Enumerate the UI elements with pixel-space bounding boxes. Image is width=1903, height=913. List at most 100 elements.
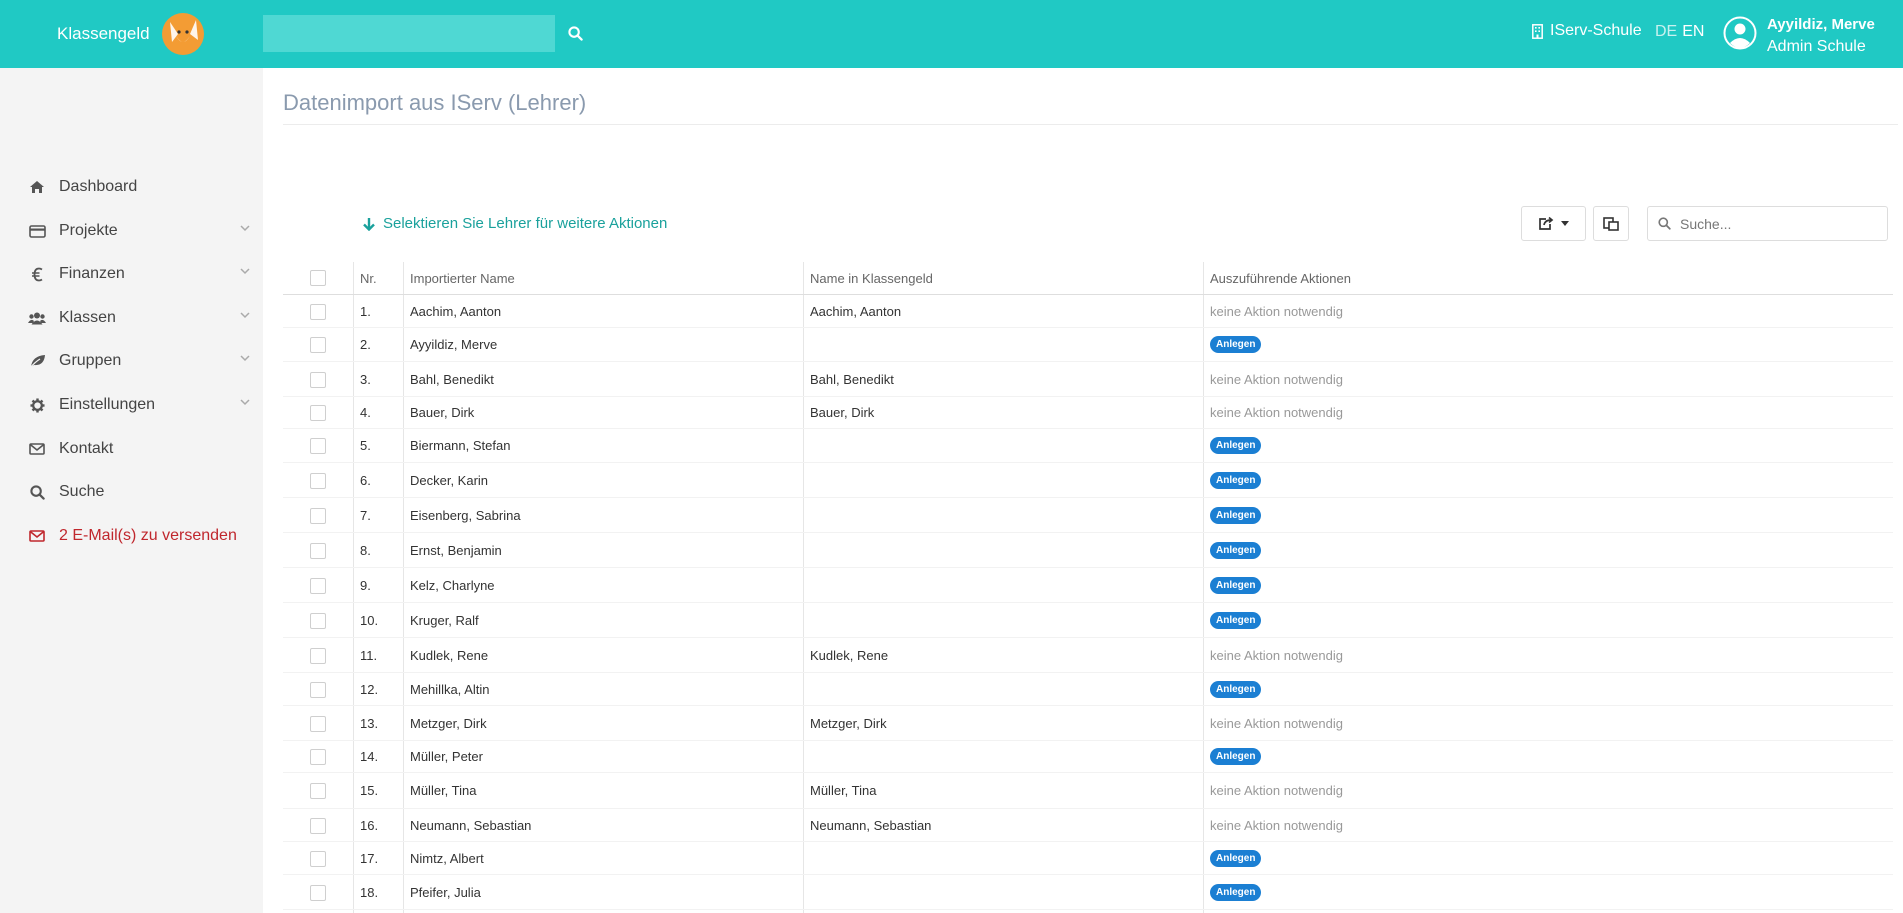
create-badge-button[interactable]: Anlegen: [1210, 506, 1262, 524]
column-header-imported-name[interactable]: Importierter Name: [403, 262, 515, 295]
sidebar-item-dashboard[interactable]: Dashboard: [0, 170, 263, 204]
user-avatar-icon[interactable]: [1723, 16, 1757, 50]
export-button[interactable]: [1521, 206, 1586, 241]
lang-en-link[interactable]: EN: [1682, 23, 1704, 40]
sidebar-item-klassen[interactable]: Klassen: [0, 301, 263, 335]
import-table: Nr. Importierter Name Name in Klassengel…: [283, 262, 1893, 910]
select-all-checkbox[interactable]: [310, 270, 326, 286]
klassengeld-name: [803, 875, 810, 909]
table-row: 15. Müller, Tina Müller, Tina keine Aktion …: [283, 773, 1893, 809]
envelope-icon: [28, 527, 46, 545]
row-checkbox[interactable]: [310, 851, 326, 867]
sidebar-item-label: Finanzen: [59, 265, 125, 282]
row-number: 1.: [360, 303, 371, 319]
action-cell: Anlegen: [1203, 875, 1262, 909]
sidebar-item-label: Gruppen: [59, 352, 122, 369]
create-badge-button[interactable]: Anlegen: [1210, 471, 1262, 489]
home-icon: [28, 178, 46, 196]
imported-name: Neumann, Sebastian: [410, 817, 532, 833]
row-checkbox[interactable]: [310, 716, 326, 732]
row-checkbox[interactable]: [310, 473, 326, 489]
imported-name: Eisenberg, Sabrina: [410, 507, 521, 523]
row-number: 9.: [360, 577, 371, 593]
row-checkbox[interactable]: [310, 372, 326, 388]
klassengeld-name: [803, 568, 810, 602]
sidebar-item-label: Dashboard: [59, 178, 138, 195]
create-badge-button[interactable]: Anlegen: [1210, 680, 1262, 698]
school-link[interactable]: IServ-Schule: [1532, 22, 1642, 40]
row-checkbox[interactable]: [310, 508, 326, 524]
sidebar-item-label: Klassen: [59, 309, 116, 326]
sidebar-item-gruppen[interactable]: Gruppen: [0, 344, 263, 378]
sidebar-item-emails[interactable]: 2 E-Mail(s) zu versenden: [0, 519, 263, 553]
columns-toggle-button[interactable]: [1593, 206, 1629, 241]
global-search-input[interactable]: [263, 15, 555, 52]
search-icon: [567, 25, 583, 41]
lang-de-link[interactable]: DE: [1655, 23, 1677, 40]
row-number: 14.: [360, 749, 379, 764]
row-checkbox[interactable]: [310, 438, 326, 454]
sidebar-item-suche[interactable]: Suche: [0, 475, 263, 509]
table-row: 16. Neumann, Sebastian Neumann, Sebastian k…: [283, 809, 1893, 842]
sidebar-item-kontakt[interactable]: Kontakt: [0, 432, 263, 466]
imported-name: Mehillka, Altin: [410, 681, 490, 697]
imported-name: Biermann, Stefan: [410, 438, 511, 453]
row-checkbox[interactable]: [310, 682, 326, 698]
action-cell: Anlegen: [1203, 429, 1262, 462]
row-checkbox[interactable]: [310, 337, 326, 353]
row-checkbox[interactable]: [310, 885, 326, 901]
create-badge-button[interactable]: Anlegen: [1210, 849, 1262, 867]
imported-name: Kruger, Ralf: [410, 612, 479, 628]
table-search-box[interactable]: [1647, 206, 1888, 241]
global-search-button[interactable]: [565, 22, 585, 44]
row-checkbox[interactable]: [310, 613, 326, 629]
create-badge-button[interactable]: Anlegen: [1210, 336, 1262, 353]
column-header-klassengeld-name[interactable]: Name in Klassengeld: [803, 262, 933, 295]
create-badge-button[interactable]: Anlegen: [1210, 541, 1262, 559]
row-checkbox[interactable]: [310, 405, 326, 421]
row-number: 13.: [360, 715, 379, 731]
user-name[interactable]: Ayyildiz, Merve: [1767, 16, 1875, 33]
klassengeld-name: [803, 328, 810, 361]
imported-name: Kudlek, Rene: [410, 647, 489, 663]
create-badge-button[interactable]: Anlegen: [1210, 748, 1262, 765]
klassengeld-name: [803, 741, 810, 772]
imported-name: Ernst, Benjamin: [410, 542, 502, 558]
klassengeld-name: Kudlek, Rene: [810, 647, 889, 663]
brand-logo-link[interactable]: Klassengeld: [57, 13, 208, 55]
create-badge-button[interactable]: Anlegen: [1210, 883, 1262, 901]
table-search-input[interactable]: [1680, 215, 1880, 232]
row-checkbox[interactable]: [310, 783, 326, 799]
row-checkbox[interactable]: [310, 648, 326, 664]
user-role: Admin Schule: [1767, 38, 1866, 55]
klassengeld-name: Bauer, Dirk: [810, 405, 875, 420]
no-action-text: keine Aktion notwendig: [1210, 647, 1343, 663]
table-row: 18. Pfeifer, Julia Anlegen: [283, 875, 1893, 910]
column-header-nr[interactable]: Nr.: [353, 262, 377, 295]
row-checkbox[interactable]: [310, 578, 326, 594]
row-checkbox[interactable]: [310, 543, 326, 559]
row-number: 6.: [360, 472, 371, 488]
create-badge-button[interactable]: Anlegen: [1210, 576, 1262, 594]
action-cell: Anlegen: [1203, 568, 1262, 602]
sidebar-item-finanzen[interactable]: Finanzen: [0, 257, 263, 291]
row-checkbox[interactable]: [310, 818, 326, 834]
sidebar-item-einstellungen[interactable]: Einstellungen: [0, 388, 263, 422]
table-row: 4. Bauer, Dirk Bauer, Dirk keine Aktion not…: [283, 397, 1893, 429]
row-number: 3.: [360, 371, 371, 387]
sidebar-item-label: Einstellungen: [59, 396, 156, 413]
create-badge-button[interactable]: Anlegen: [1210, 437, 1262, 454]
chevron-down-icon: [240, 399, 250, 406]
sidebar-item-projekte[interactable]: Projekte: [0, 214, 263, 248]
title-divider: [283, 124, 1898, 125]
column-header-actions[interactable]: Auszuführende Aktionen: [1203, 262, 1351, 295]
table-header: Nr. Importierter Name Name in Klassengel…: [283, 262, 1893, 295]
table-row: 8. Ernst, Benjamin Anlegen: [283, 533, 1893, 568]
table-row: 17. Nimtz, Albert Anlegen: [283, 842, 1893, 875]
top-navbar: Klassengeld IServ-Schule DE EN Ayyildiz, …: [0, 0, 1903, 68]
row-checkbox[interactable]: [310, 304, 326, 320]
create-badge-button[interactable]: Anlegen: [1210, 611, 1262, 629]
school-name: IServ-Schule: [1550, 22, 1642, 39]
chevron-down-icon: [240, 355, 250, 362]
row-checkbox[interactable]: [310, 749, 326, 765]
